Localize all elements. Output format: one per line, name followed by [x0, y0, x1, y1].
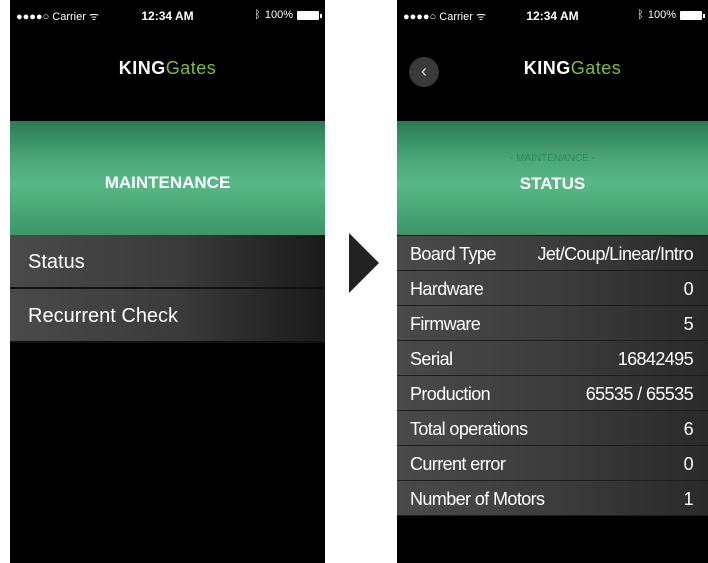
status-row-total-operations: Total operations 6 — [397, 411, 708, 446]
menu-item-label: Recurrent Check — [28, 305, 179, 327]
section-banner: - MAINTENANCE - STATUS — [397, 121, 708, 235]
app-logo: KINGGates — [10, 58, 325, 79]
row-label: Production — [410, 384, 491, 404]
back-button[interactable]: ‹ — [409, 57, 439, 87]
row-label: Number of Motors — [410, 489, 545, 509]
divider — [10, 341, 325, 343]
bluetooth-icon: ᛒ — [637, 9, 644, 21]
row-label: Hardware — [410, 279, 484, 299]
status-row-current-error: Current error 0 — [397, 446, 708, 481]
battery-icon — [680, 10, 705, 20]
row-label: Serial — [410, 349, 453, 369]
banner-title: MAINTENANCE — [104, 173, 231, 192]
status-row-hardware: Hardware 0 — [397, 271, 708, 306]
logo-gates: Gates — [570, 58, 622, 78]
status-row-serial: Serial 16842495 — [397, 341, 708, 376]
logo-king: KING — [118, 58, 166, 78]
status-row-number-of-motors: Number of Motors 1 — [397, 481, 708, 516]
logo-gates: Gates — [165, 58, 217, 78]
row-label: Total operations — [410, 419, 528, 439]
arrow-right-icon — [349, 233, 379, 293]
section-banner: MAINTENANCE — [10, 121, 325, 235]
logo-king: KING — [523, 58, 571, 78]
status-row-production: Production 65535 / 65535 — [397, 376, 708, 411]
menu-item-status[interactable]: Status — [10, 235, 325, 289]
row-label: Board Type — [410, 244, 496, 264]
status-row-board-type: Board Type Jet/Coup/Linear/Intro — [397, 236, 708, 271]
row-value: 0 — [683, 454, 694, 474]
banner-title: STATUS — [519, 174, 586, 193]
banner-subtitle: - MAINTENANCE - — [510, 153, 595, 164]
row-value: 0 — [683, 279, 694, 299]
row-label: Current error — [410, 454, 506, 474]
battery-percent: 100% — [264, 9, 293, 21]
status-screen: ●●●●○ Carrier ᯤ 12:34 AM ᛒ 100% ‹ KINGGa… — [397, 0, 708, 563]
menu-item-recurrent-check[interactable]: Recurrent Check — [10, 289, 325, 343]
back-chevron-icon: ‹ — [421, 61, 427, 81]
row-value: 16842495 — [617, 349, 694, 369]
app-logo: KINGGates — [437, 58, 708, 79]
battery-percent: 100% — [647, 9, 676, 21]
row-label: Firmware — [410, 314, 481, 334]
row-value: Jet/Coup/Linear/Intro — [537, 244, 694, 264]
bluetooth-icon: ᛒ — [254, 9, 261, 21]
status-right: ᛒ 100% — [637, 9, 705, 21]
status-bar: ●●●●○ Carrier ᯤ 12:34 AM ᛒ 100% — [10, 0, 325, 28]
battery-icon — [297, 10, 322, 20]
menu-item-label: Status — [28, 251, 85, 273]
maintenance-screen: ●●●●○ Carrier ᯤ 12:34 AM ᛒ 100% KINGGate… — [10, 0, 325, 563]
status-row-firmware: Firmware 5 — [397, 306, 708, 341]
row-value: 5 — [683, 314, 694, 334]
row-value: 1 — [683, 489, 694, 509]
status-list: Board Type Jet/Coup/Linear/Intro Hardwar… — [397, 236, 708, 516]
row-value: 6 — [683, 419, 694, 439]
status-right: ᛒ 100% — [254, 9, 322, 21]
row-value: 65535 / 65535 — [585, 384, 694, 404]
status-bar: ●●●●○ Carrier ᯤ 12:34 AM ᛒ 100% — [397, 0, 708, 28]
